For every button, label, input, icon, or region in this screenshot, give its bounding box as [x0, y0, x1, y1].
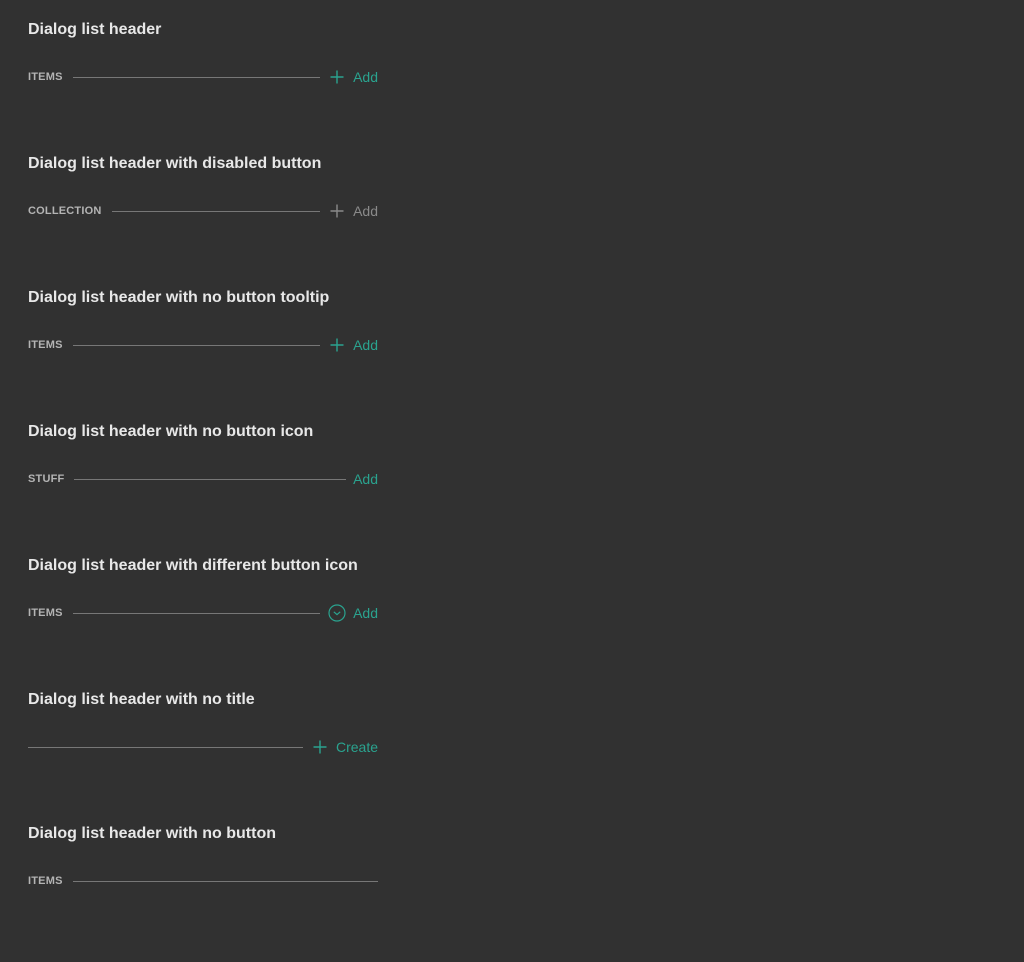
add-button-label: Add [353, 605, 378, 621]
list-header-label: ITEMS [28, 71, 63, 83]
dialog-list-header: ITEMS Add [28, 67, 378, 87]
list-header-divider [72, 612, 321, 614]
add-button[interactable]: Add [353, 469, 378, 489]
plus-icon [328, 68, 346, 86]
dialog-list-header: ITEMS Add [28, 603, 378, 623]
list-header-label: ITEMS [28, 875, 63, 887]
add-button-label: Add [353, 337, 378, 353]
circle-chevron-down-icon [328, 604, 346, 622]
add-button-label: Add [353, 69, 378, 85]
dialog-list-header: COLLECTION Add [28, 201, 378, 221]
demo-title: Dialog list header [28, 21, 162, 38]
dialog-list-header: ITEMS [28, 871, 378, 891]
add-button[interactable]: Add [328, 603, 378, 623]
dialog-list-header: STUFF Add [28, 469, 378, 489]
list-header-divider [74, 478, 347, 480]
list-header-label: STUFF [28, 473, 65, 485]
add-button[interactable]: Add [328, 67, 378, 87]
demo-title: Dialog list header with no title [28, 691, 255, 708]
add-button-label: Add [353, 203, 378, 219]
list-header-label: COLLECTION [28, 205, 102, 217]
dialog-list-header: ITEMS Add [28, 335, 378, 355]
list-header-divider [72, 76, 321, 78]
create-button-label: Create [335, 739, 378, 755]
add-button-disabled[interactable]: Add [328, 201, 378, 221]
demo-title: Dialog list header with no button [28, 825, 276, 842]
dialog-list-header: Create [28, 737, 378, 757]
demo-title: Dialog list header with no button icon [28, 423, 314, 440]
list-header-label: ITEMS [28, 339, 63, 351]
plus-icon [328, 336, 346, 354]
create-button[interactable]: Create [311, 737, 378, 757]
plus-icon [328, 202, 346, 220]
demo-title: Dialog list header with different button… [28, 557, 358, 574]
list-header-divider [111, 210, 321, 212]
add-button[interactable]: Add [328, 335, 378, 355]
list-header-divider [72, 880, 378, 882]
list-header-label: ITEMS [28, 607, 63, 619]
list-header-divider [28, 746, 303, 748]
list-header-divider [72, 344, 321, 346]
demo-title: Dialog list header with no button toolti… [28, 289, 330, 306]
demo-title: Dialog list header with disabled button [28, 155, 322, 172]
plus-icon [311, 738, 329, 756]
add-button-label: Add [353, 471, 378, 487]
